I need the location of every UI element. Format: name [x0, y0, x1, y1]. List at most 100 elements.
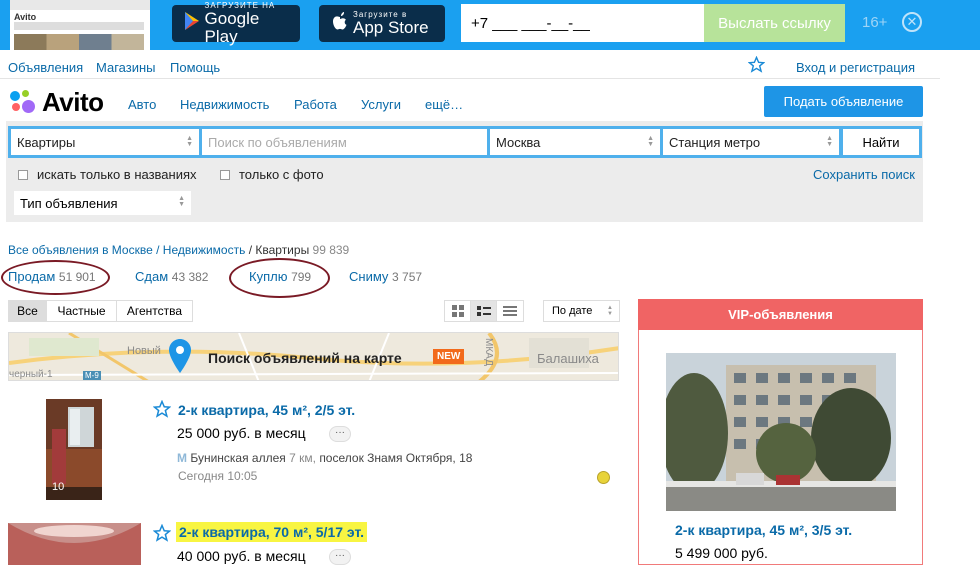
map-search-banner[interactable]: Новый МКАД Балашиха черный-1 М-9 Поиск о…	[8, 332, 619, 381]
topnav-ads[interactable]: Объявления	[8, 60, 83, 75]
vip-listing-photo[interactable]	[666, 353, 896, 511]
city-select[interactable]: Москва ▲ ▼	[487, 126, 663, 158]
only-titles-checkbox[interactable]: искать только в названиях	[18, 167, 197, 182]
vip-listing-title[interactable]: 2-к квартира, 45 м², 3/5 эт.	[675, 522, 852, 538]
listing-date: Сегодня 10:05	[178, 469, 258, 483]
checkbox-box	[220, 169, 230, 180]
listing-address-metro: Бунинская аллея	[190, 451, 286, 465]
deal-rent-label: Сниму	[349, 269, 389, 284]
search-input[interactable]: Поиск по объявлениям	[199, 126, 490, 158]
compact-view-icon[interactable]	[497, 301, 523, 321]
app-banner: Avito ЗАГРУЗИТЕ НА Google Play Загрузите …	[0, 0, 980, 50]
more-options-button[interactable]: ···	[329, 549, 351, 565]
breadcrumb: Все объявления в Москве / Недвижимость /…	[8, 243, 349, 257]
breadcrumb-sep: /	[245, 243, 256, 257]
deal-rent-count: 3 757	[392, 270, 423, 284]
listing-title[interactable]: 2-к квартира, 70 м², 5/17 эт.	[176, 522, 367, 542]
annotation-ellipse	[229, 258, 330, 298]
category-auto[interactable]: Авто	[128, 97, 156, 112]
filter-tab-all[interactable]: Все	[9, 301, 47, 321]
metro-select[interactable]: Станция метро ▲ ▼	[660, 126, 842, 158]
map-label: черный-1	[9, 369, 53, 380]
vip-header: VIP-объявления	[638, 299, 923, 330]
photo-count: 10	[52, 481, 65, 493]
app-store-button[interactable]: Загрузите в App Store	[319, 5, 445, 42]
search-input-placeholder: Поиск по объявлениям	[208, 134, 347, 150]
favorite-star-icon[interactable]	[152, 399, 172, 423]
logo-text: Avito	[42, 87, 104, 117]
phone-number-input[interactable]: +7 ___ ___-__-__	[461, 4, 704, 42]
promo-badge-icon	[597, 471, 610, 484]
filter-tab-agencies[interactable]: Агентства	[117, 301, 192, 321]
favorite-star-icon[interactable]	[152, 523, 172, 547]
app-store-big: App Store	[353, 18, 429, 37]
metro-icon: M	[177, 451, 187, 465]
sort-value: По дате	[552, 305, 593, 317]
select-arrows-icon: ▲ ▼	[607, 305, 613, 317]
find-button[interactable]: Найти	[840, 126, 922, 158]
only-photo-checkbox[interactable]: только с фото	[220, 167, 324, 182]
category-jobs[interactable]: Работа	[294, 97, 337, 112]
category-services[interactable]: Услуги	[361, 97, 401, 112]
category-realty[interactable]: Недвижимость	[180, 97, 269, 112]
map-search-text: Поиск объявлений на карте	[208, 350, 402, 366]
phone-preview-image: Avito	[10, 0, 150, 50]
age-rating: 16+	[862, 14, 888, 31]
grid-view-icon[interactable]	[445, 301, 471, 321]
sort-select[interactable]: По дате ▲ ▼	[543, 300, 620, 322]
ad-type-value: Тип объявления	[20, 195, 118, 211]
deal-rent-out[interactable]: Сдам 43 382	[135, 269, 208, 284]
listing-price: 40 000 руб. в месяц	[177, 548, 306, 564]
vip-listing-price: 5 499 000 руб.	[675, 545, 768, 561]
topnav-help[interactable]: Помощь	[170, 60, 220, 75]
select-arrows-icon: ▲ ▼	[826, 135, 833, 148]
breadcrumb-count: 99 839	[312, 243, 350, 257]
favorites-star-icon[interactable]	[747, 55, 766, 78]
category-more[interactable]: ещё…	[425, 97, 463, 112]
deal-rent-out-label: Сдам	[135, 269, 169, 284]
ad-type-select[interactable]: Тип объявления ▲ ▼	[14, 191, 191, 215]
map-label: Балашиха	[537, 351, 599, 366]
listing-address-street: поселок Знамя Октября, 18	[319, 451, 473, 465]
more-options-button[interactable]: ···	[329, 426, 351, 442]
breadcrumb-current: Квартиры	[255, 243, 310, 257]
send-link-button[interactable]: Выслать ссылку	[704, 4, 845, 42]
listing-title[interactable]: 2-к квартира, 45 м², 2/5 эт.	[178, 402, 355, 418]
metro-select-value: Станция метро	[669, 134, 761, 150]
login-link[interactable]: Вход и регистрация	[796, 60, 915, 75]
select-arrows-icon: ▲ ▼	[186, 135, 193, 148]
select-arrows-icon: ▲ ▼	[178, 195, 185, 208]
category-select[interactable]: Квартиры ▲ ▼	[8, 126, 202, 158]
only-photo-label: только с фото	[239, 167, 324, 182]
breadcrumb-sep: /	[152, 243, 163, 257]
list-view-icon[interactable]	[471, 301, 497, 321]
map-label: МКАД	[483, 338, 494, 366]
logo-dots-icon	[8, 89, 38, 117]
deal-rent[interactable]: Сниму 3 757	[349, 269, 422, 284]
avito-logo[interactable]: Avito	[8, 87, 104, 118]
select-arrows-icon: ▲ ▼	[647, 135, 654, 148]
breadcrumb-all[interactable]: Все объявления в Москве	[8, 243, 153, 257]
map-label: М-9	[83, 371, 101, 380]
listing-address: M Бунинская аллея 7 км, поселок Знамя Ок…	[177, 451, 472, 465]
new-badge: NEW	[433, 349, 465, 364]
checkbox-box	[18, 169, 28, 180]
close-icon[interactable]: ✕	[902, 12, 922, 32]
seller-filter: Все Частные Агентства	[8, 300, 193, 322]
save-search-link[interactable]: Сохранить поиск	[813, 167, 915, 182]
city-select-value: Москва	[496, 134, 541, 150]
post-ad-button[interactable]: Подать объявление	[764, 86, 923, 117]
top-divider	[0, 78, 940, 79]
topnav-shops[interactable]: Магазины	[96, 60, 156, 75]
breadcrumb-realty[interactable]: Недвижимость	[163, 243, 246, 257]
apple-icon	[327, 10, 353, 38]
google-play-button[interactable]: ЗАГРУЗИТЕ НА Google Play	[172, 1, 300, 46]
filter-tab-private[interactable]: Частные	[47, 301, 117, 321]
deal-rent-out-count: 43 382	[171, 270, 209, 284]
google-play-big: Google Play	[204, 9, 260, 46]
map-pin-icon	[169, 339, 191, 378]
view-switcher	[444, 300, 524, 322]
listing-photo[interactable]: 10	[46, 399, 102, 500]
listing-photo[interactable]	[8, 523, 141, 565]
annotation-ellipse	[1, 260, 110, 295]
